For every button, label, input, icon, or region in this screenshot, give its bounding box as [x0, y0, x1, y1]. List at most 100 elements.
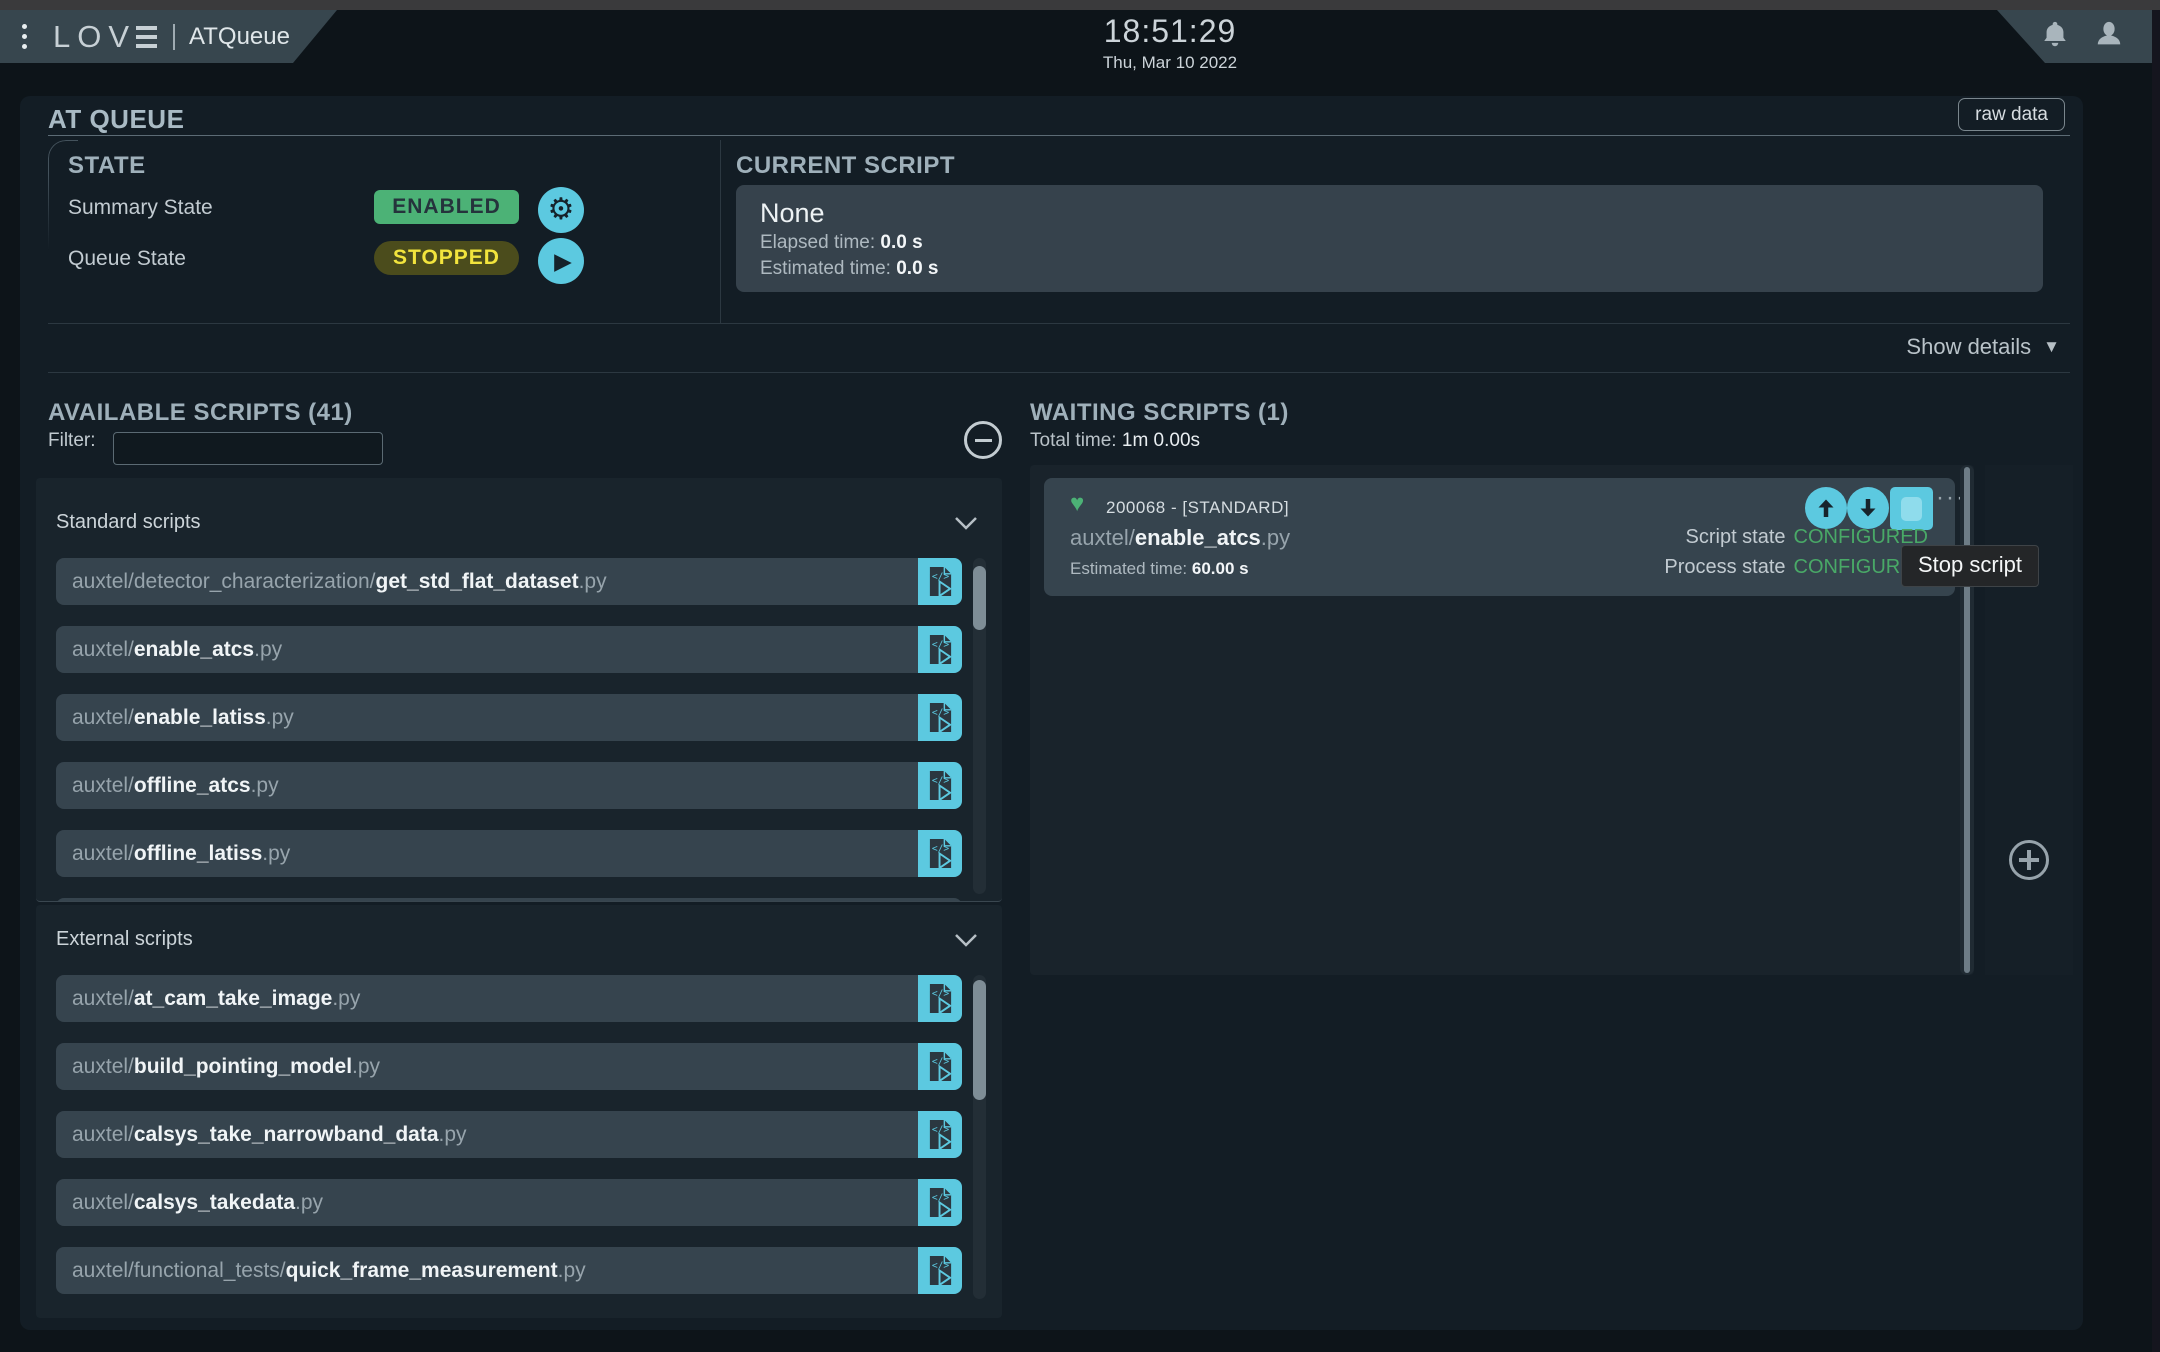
script-file-name: offline_atcs: [133, 773, 251, 797]
kebab-menu-icon[interactable]: [22, 24, 27, 49]
script-extension: .py: [557, 1258, 586, 1282]
launch-script-icon: </>: [929, 635, 952, 665]
scrollbar-thumb[interactable]: [973, 566, 986, 630]
script-row[interactable]: auxtel/calsys_takedata .py </>: [56, 1179, 962, 1226]
play-icon: ▶: [554, 247, 572, 274]
expand-column-button[interactable]: [2009, 840, 2049, 880]
launch-script-button[interactable]: </>: [918, 558, 962, 605]
waiting-scripts-panel: ♥ 200068 - [STANDARD] ··· auxtel/enable_…: [1030, 465, 1974, 975]
waiting-script-card[interactable]: ♥ 200068 - [STANDARD] ··· auxtel/enable_…: [1044, 478, 1964, 596]
estimated-time-value: 0.0 s: [896, 258, 939, 279]
script-row[interactable]: auxtel/build_pointing_model .py </>: [56, 1043, 962, 1090]
script-path: auxtel/enable_atcs .py: [56, 626, 918, 673]
page-title: AT QUEUE: [48, 104, 185, 134]
summary-state-gear-button[interactable]: ⚙: [538, 187, 584, 233]
launch-script-button[interactable]: </>: [918, 975, 962, 1022]
waiting-scripts-heading: WAITING SCRIPTS (1): [1030, 399, 1289, 426]
launch-script-button[interactable]: </>: [918, 1179, 962, 1226]
script-row[interactable]: auxtel/offline_latiss .py </>: [56, 830, 962, 877]
raw-data-button[interactable]: raw data: [1958, 98, 2065, 131]
move-script-down-button[interactable]: [1847, 487, 1889, 529]
notifications-bell-icon[interactable]: [2040, 19, 2070, 54]
script-row[interactable]: auxtel/functional_tests/quick_frame_meas…: [56, 1247, 962, 1294]
external-scripts-section: External scripts auxtel/at_cam_take_imag…: [36, 905, 1002, 1318]
script-row[interactable]: auxtel/at_cam_take_image .py </>: [56, 975, 962, 1022]
stop-script-button[interactable]: [1890, 487, 1933, 530]
user-icon[interactable]: [2094, 19, 2124, 54]
scrollbar-thumb[interactable]: [973, 980, 986, 1100]
queue-state-badge: STOPPED: [374, 241, 519, 275]
waiting-estimated-time: Estimated time: 60.00 s: [1070, 559, 1249, 579]
script-row[interactable]: auxtel/detector_characterization/get_std…: [56, 558, 962, 605]
chevron-down-icon[interactable]: [954, 516, 978, 536]
script-extension: .py: [352, 1054, 381, 1078]
launch-script-button[interactable]: </>: [918, 1043, 962, 1090]
launch-script-icon: </>: [929, 1256, 952, 1286]
launch-script-button[interactable]: </>: [918, 830, 962, 877]
script-path: auxtel/functional_tests/quick_frame_meas…: [56, 1247, 918, 1294]
launch-script-icon: </>: [929, 1120, 952, 1150]
script-extension: .py: [438, 1122, 467, 1146]
script-row[interactable]: auxtel/enable_atcs .py </>: [56, 626, 962, 673]
standard-scripts-label: Standard scripts: [56, 511, 201, 533]
script-extension: .py: [295, 1190, 324, 1214]
move-script-up-button[interactable]: [1805, 487, 1847, 529]
stop-script-tooltip: Stop script: [1901, 545, 2039, 587]
script-file-name: offline_latiss: [133, 841, 263, 865]
launch-script-icon: </>: [929, 1188, 952, 1218]
title-underline: [48, 135, 2070, 136]
filter-input[interactable]: [113, 432, 383, 465]
script-path-prefix: auxtel/functional_tests/: [72, 1258, 286, 1282]
divider-line: [48, 372, 2070, 373]
launch-script-icon: </>: [929, 567, 952, 597]
window-right-edge: [2152, 10, 2160, 1352]
script-row[interactable]: auxtel/offline_atcs .py </>: [56, 762, 962, 809]
launch-script-button[interactable]: </>: [918, 626, 962, 673]
script-type-badge: [STANDARD]: [1182, 498, 1290, 517]
script-file-name: calsys_takedata: [133, 1190, 295, 1214]
minus-icon: [974, 438, 992, 442]
script-path: auxtel/build_pointing_model .py: [56, 1043, 918, 1090]
script-index-line: 200068 - [STANDARD]: [1106, 498, 1289, 518]
script-path-prefix: auxtel/: [72, 1054, 134, 1078]
current-script-heading: CURRENT SCRIPT: [736, 152, 956, 179]
launch-script-button[interactable]: </>: [918, 762, 962, 809]
svg-text:</>: </>: [931, 708, 949, 719]
elapsed-time-value: 0.0 s: [880, 232, 923, 253]
collapse-available-button[interactable]: [964, 421, 1002, 459]
show-details-toggle[interactable]: Show details ▼: [1906, 334, 2060, 360]
svg-text:</>: </>: [931, 1125, 949, 1136]
script-row[interactable]: auxtel/enable_latiss .py </>: [56, 694, 962, 741]
queue-state-label: Queue State: [68, 247, 186, 270]
state-current-divider: [720, 140, 721, 323]
launch-script-button[interactable]: </>: [918, 1111, 962, 1158]
scrollbar-thumb[interactable]: [1964, 467, 1970, 973]
queue-play-button[interactable]: ▶: [538, 238, 584, 284]
launch-script-button[interactable]: </>: [918, 1247, 962, 1294]
script-file-name: build_pointing_model: [133, 1054, 353, 1078]
arrow-up-icon: [1818, 499, 1834, 517]
script-path-prefix: auxtel/: [72, 705, 134, 729]
app-title: ATQueue: [189, 22, 290, 50]
total-time-line: Total time: 1m 0.00s: [1030, 430, 1200, 452]
chevron-down-icon[interactable]: [954, 933, 978, 953]
launch-script-button[interactable]: </>: [918, 694, 962, 741]
svg-text:</>: </>: [931, 844, 949, 855]
script-path: auxtel/calsys_takedata .py: [56, 1179, 918, 1226]
launch-script-icon: </>: [929, 703, 952, 733]
standard-list-scrollbar[interactable]: [973, 558, 986, 894]
script-extension: .py: [1260, 525, 1291, 550]
script-path: auxtel/at_cam_take_image .py: [56, 975, 918, 1022]
script-index-separator: -: [1170, 498, 1178, 517]
script-file-name: quick_frame_measurement: [285, 1258, 558, 1282]
script-state-label: Script state: [1685, 526, 1786, 548]
script-path-prefix: auxtel/: [72, 986, 134, 1010]
external-list-scrollbar[interactable]: [973, 975, 986, 1299]
arrow-down-icon: [1860, 499, 1876, 517]
elapsed-time-label: Elapsed time:: [760, 232, 876, 253]
script-path-prefix: auxtel/: [72, 637, 134, 661]
script-path-prefix: auxtel/: [1070, 525, 1135, 550]
script-row[interactable]: auxtel/calsys_take_narrowband_data .py </…: [56, 1111, 962, 1158]
launch-script-icon: </>: [929, 984, 952, 1014]
waiting-list-scrollbar[interactable]: [1960, 465, 1974, 975]
